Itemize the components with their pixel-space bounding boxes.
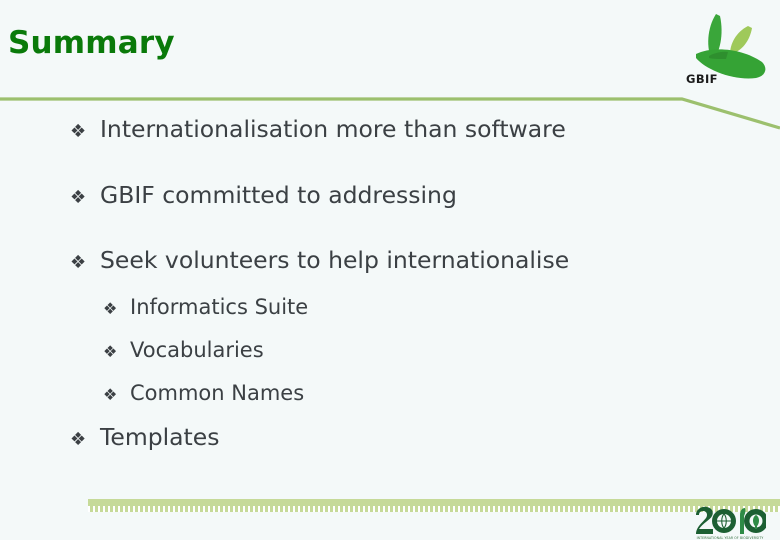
list-item-label: Seek volunteers to help internationalise bbox=[100, 246, 570, 274]
list-item-label: Templates bbox=[100, 422, 220, 451]
bullet-diamond-icon: ❖ bbox=[70, 121, 87, 142]
gbif-wordmark: GBIF bbox=[686, 72, 718, 86]
biodiversity-2010-logo: INTERNATIONAL YEAR OF BIODIVERSITY bbox=[696, 506, 766, 540]
bullet-diamond-icon: ❖ bbox=[70, 186, 87, 208]
list-item: ❖ Vocabularies bbox=[0, 337, 780, 362]
list-item: ❖ Informatics Suite bbox=[0, 294, 780, 319]
bullet-list: ❖ Internationalisation more than softwar… bbox=[0, 115, 780, 451]
list-item: ❖ Common Names bbox=[0, 380, 780, 405]
list-item-label: GBIF committed to addressing bbox=[100, 180, 457, 209]
list-item: ❖ GBIF committed to addressing bbox=[0, 180, 780, 209]
bullet-diamond-icon: ❖ bbox=[103, 341, 118, 361]
footer-dashed-rule bbox=[88, 506, 780, 512]
list-item-label: Vocabularies bbox=[130, 337, 264, 362]
list-item-label: Internationalisation more than software bbox=[100, 115, 566, 143]
list-item: ❖ Seek volunteers to help internationali… bbox=[0, 246, 780, 274]
biodiversity-logo-caption: INTERNATIONAL YEAR OF BIODIVERSITY bbox=[697, 536, 764, 540]
bullet-diamond-icon: ❖ bbox=[70, 252, 87, 273]
list-item-label: Informatics Suite bbox=[130, 294, 309, 319]
slide-canvas: Summary GBIF ❖ Internationalisation more… bbox=[0, 0, 780, 540]
list-item: ❖ Templates bbox=[0, 422, 780, 451]
bullet-diamond-icon: ❖ bbox=[103, 384, 118, 404]
list-item: ❖ Internationalisation more than softwar… bbox=[0, 115, 780, 143]
list-item-label: Common Names bbox=[130, 380, 305, 405]
page-title: Summary bbox=[8, 25, 175, 61]
bullet-diamond-icon: ❖ bbox=[70, 428, 87, 450]
bullet-diamond-icon: ❖ bbox=[103, 298, 118, 318]
